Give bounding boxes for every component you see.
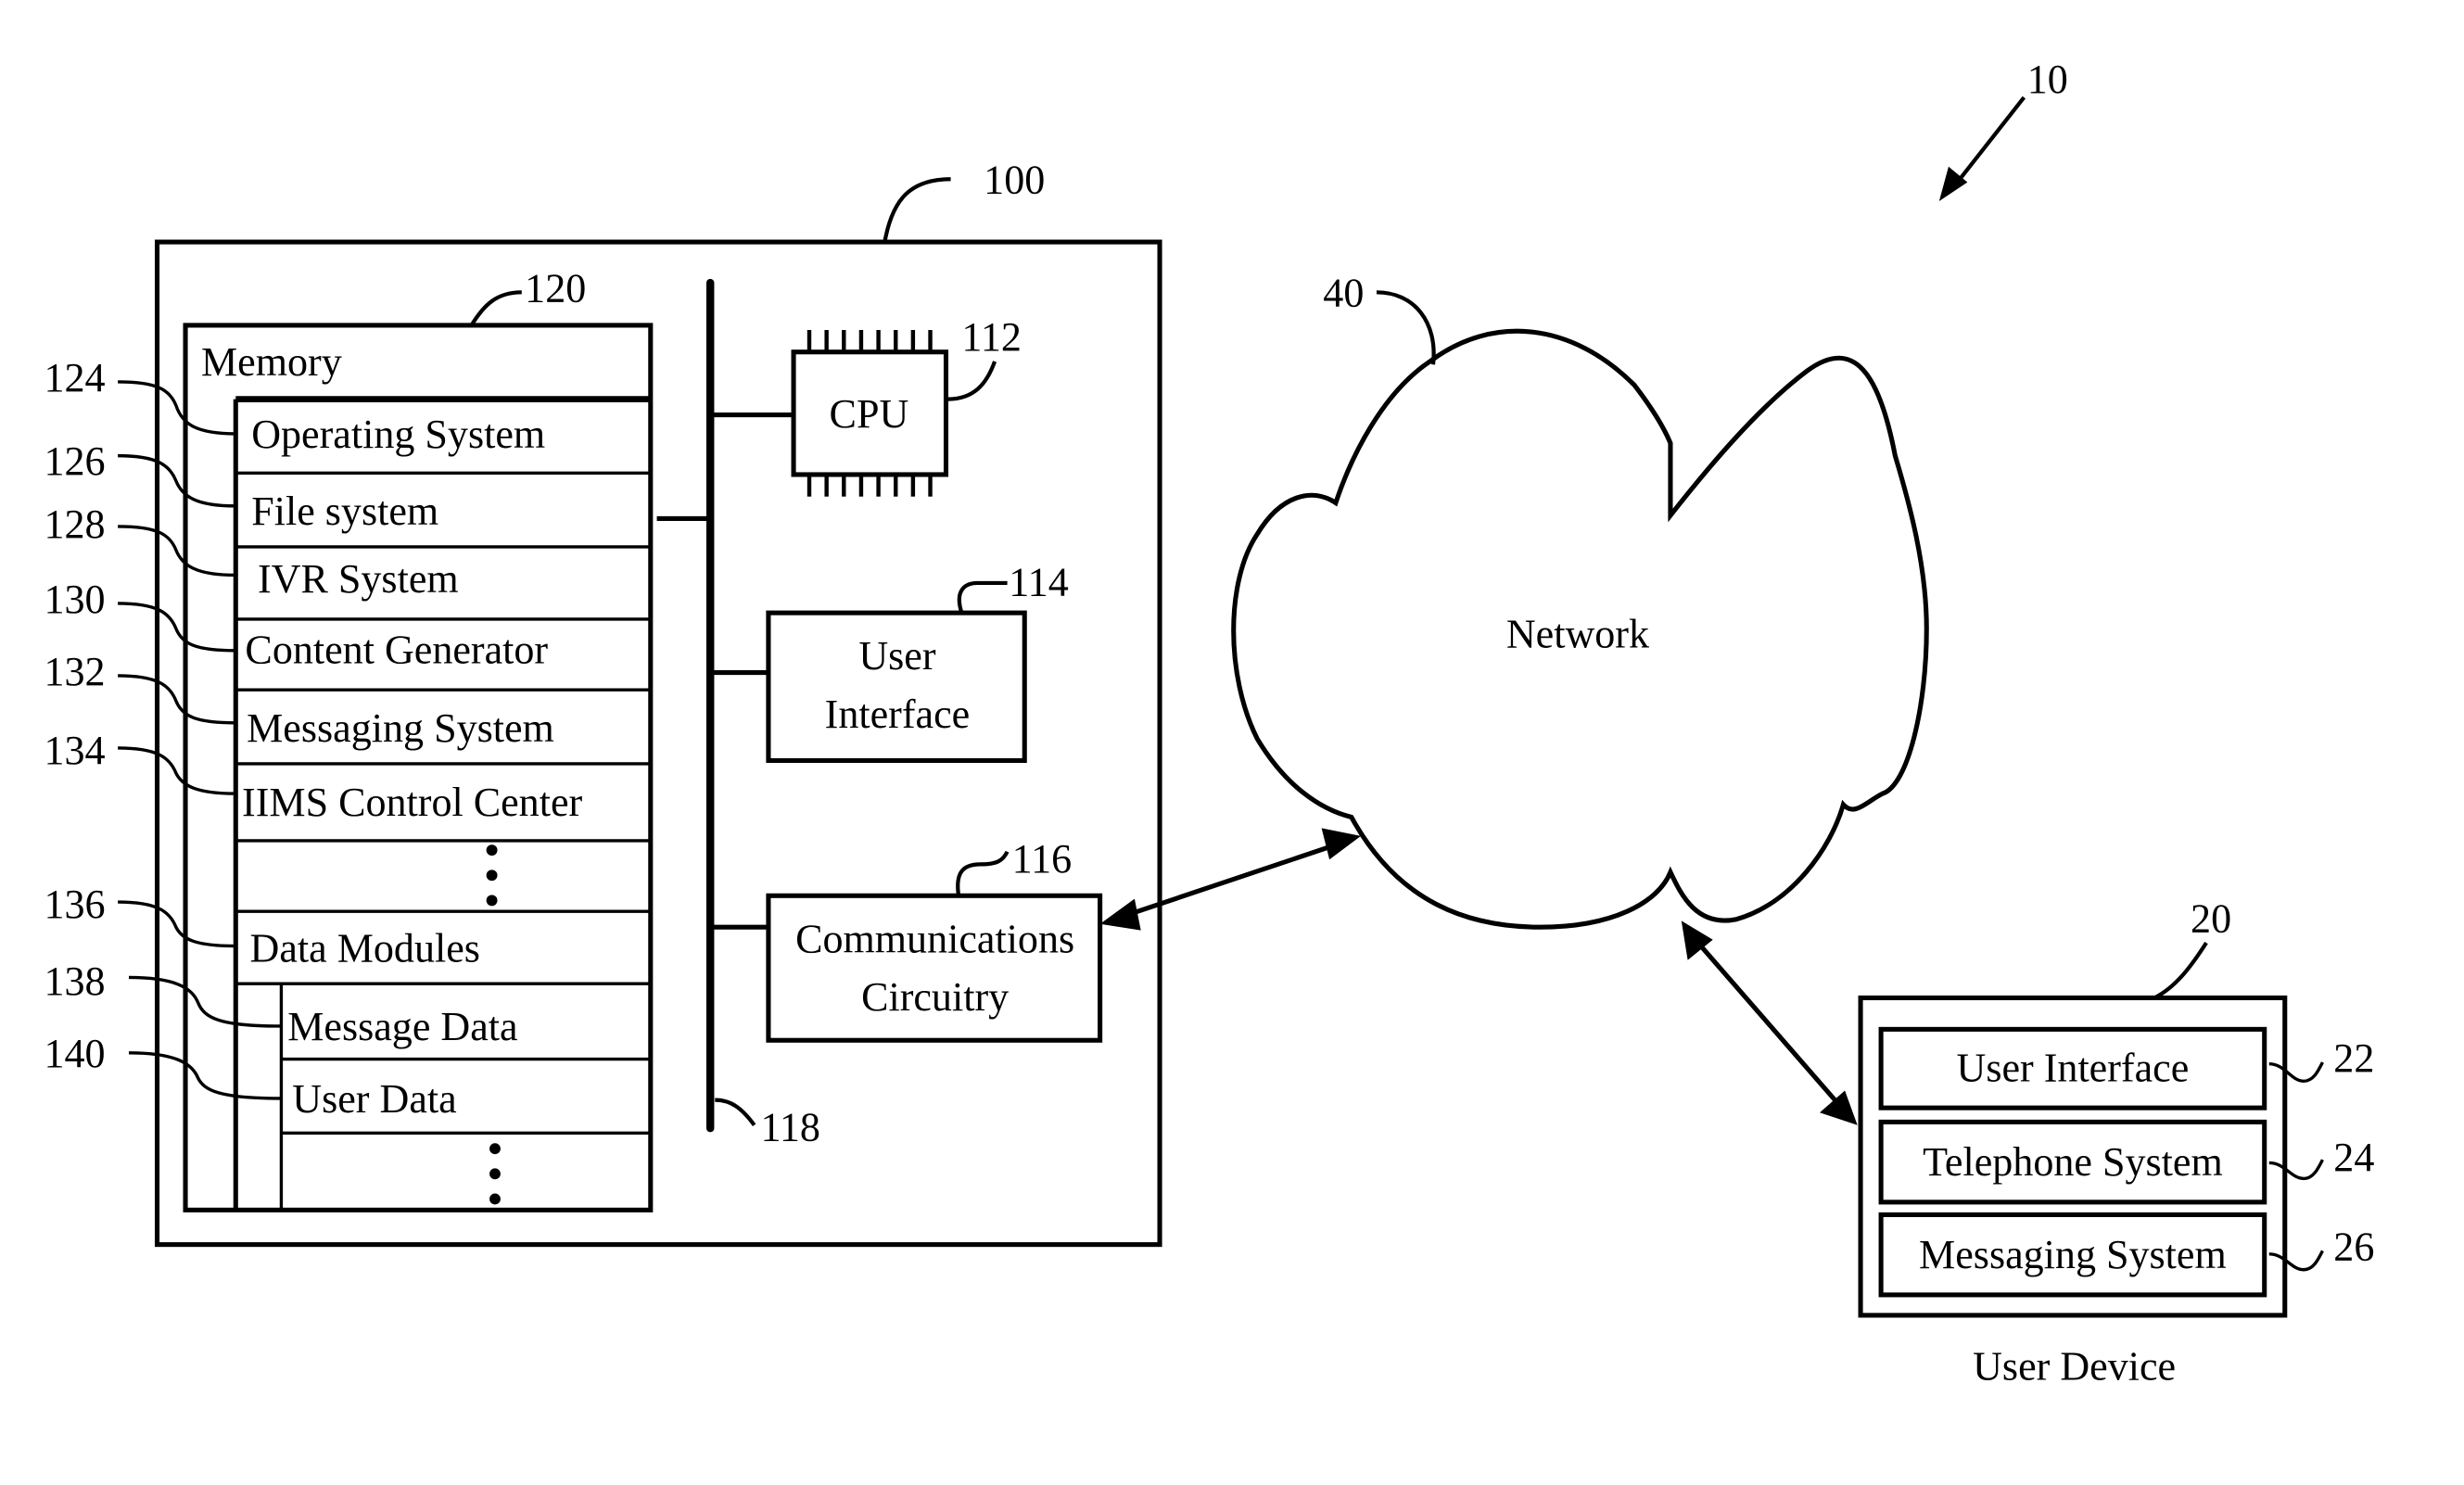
memory-120: 120 Memory Operating System File system … [183, 265, 654, 1212]
comms-label-line2: Circuitry [861, 974, 1009, 1020]
user-device-ref-leader [2153, 941, 2208, 1000]
cpu-label: CPU [830, 391, 909, 437]
figure-ref-10: 10 [1938, 57, 2068, 201]
memory-row-iims-control-center: IIMS Control Center [242, 780, 582, 825]
ref-138: 138 [44, 958, 105, 1004]
bus-ref-label: 118 [760, 1105, 819, 1150]
memory-row-data-modules: Data Modules [250, 925, 480, 971]
server-ui-label-line2: Interface [825, 692, 971, 737]
system-diagram: 10 100 120 Memory Operating System File … [44, 57, 2374, 1389]
server-ref-leader [883, 177, 951, 243]
ref-124: 124 [44, 355, 105, 400]
server-ui-ref-label: 114 [1009, 559, 1068, 604]
ellipsis-icon [489, 1143, 501, 1205]
network-device-line [1692, 936, 1844, 1110]
server-ref-label: 100 [984, 158, 1045, 203]
ref-132: 132 [44, 649, 105, 694]
memory-row-message-data: Message Data [287, 1004, 517, 1049]
comms-label-line1: Communications [795, 916, 1074, 961]
network-40: Network 40 [1231, 271, 1929, 930]
memory-row-user-data: User Data [292, 1076, 456, 1122]
network-label: Network [1506, 611, 1650, 656]
ref-126: 126 [44, 438, 105, 484]
arrow-head-icon [1819, 1090, 1858, 1125]
user-device-20: 20 User Interface 22 Telephone System 24… [1858, 895, 2374, 1389]
device-messaging-label: Messaging System [1919, 1232, 2227, 1277]
figure-ref-label: 10 [2027, 57, 2068, 102]
device-ui-ref-label: 22 [2333, 1035, 2374, 1081]
network-ref-leader [1376, 290, 1436, 365]
server-ui-label-line1: User [858, 633, 936, 679]
memory-row-operating-system: Operating System [251, 412, 545, 457]
comms-ref-label: 116 [1012, 836, 1072, 882]
device-messaging-ref-label: 26 [2333, 1225, 2374, 1270]
memory-ref-label: 120 [525, 265, 586, 311]
device-telephone-label: Telephone System [1923, 1139, 2223, 1185]
memory-title: Memory [201, 339, 342, 385]
memory-row-messaging-system: Messaging System [247, 705, 554, 751]
device-telephone-ref-label: 24 [2333, 1135, 2374, 1180]
memory-row-ivr-system: IVR System [258, 556, 459, 602]
memory-row-content-generator: Content Generator [245, 627, 548, 672]
arrow-head-icon [1321, 828, 1362, 860]
user-device-caption: User Device [1973, 1343, 2176, 1389]
ellipsis-icon [486, 844, 498, 907]
ref-140: 140 [44, 1031, 105, 1076]
figure-ref-arrow-shaft [1953, 95, 2026, 187]
ref-128: 128 [44, 501, 105, 547]
user-device-ref-label: 20 [2191, 895, 2231, 941]
ref-136: 136 [44, 882, 105, 927]
cpu-ref-label: 112 [961, 314, 1021, 360]
ref-130: 130 [44, 577, 105, 622]
memory-row-file-system: File system [251, 489, 438, 534]
network-ref-label: 40 [1323, 271, 1364, 316]
device-ui-label: User Interface [1957, 1045, 2190, 1090]
ref-134: 134 [44, 728, 105, 773]
network-device-link [1681, 920, 1858, 1125]
